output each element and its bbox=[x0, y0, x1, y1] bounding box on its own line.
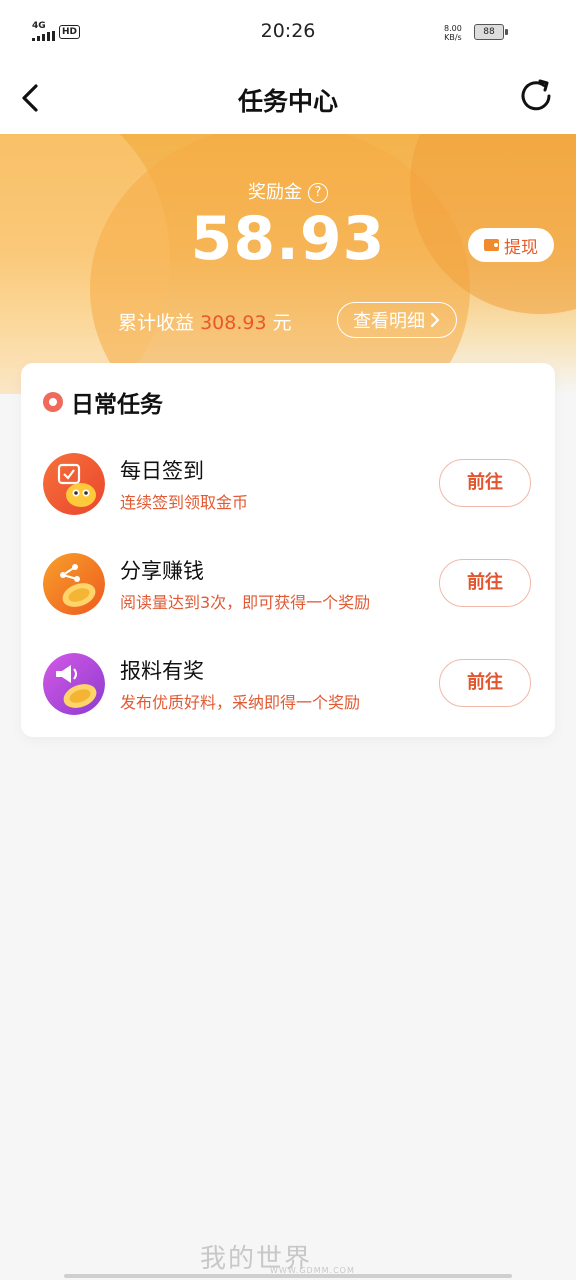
withdraw-button[interactable]: 提现 bbox=[468, 228, 554, 262]
page-title: 任务中心 bbox=[237, 87, 338, 116]
share-coin-icon bbox=[43, 553, 105, 615]
go-button[interactable]: 前往 bbox=[439, 459, 531, 507]
network-speed: 8.00 KB/s bbox=[444, 24, 462, 42]
withdraw-label: 提现 bbox=[504, 237, 538, 258]
daily-tasks-title: 日常任务 bbox=[43, 385, 163, 419]
bullet-icon bbox=[43, 392, 63, 412]
refresh-icon[interactable] bbox=[516, 76, 556, 116]
go-button[interactable]: 前往 bbox=[439, 559, 531, 607]
view-details-button[interactable]: 查看明细 bbox=[337, 302, 457, 338]
nav-bar: 任务中心 bbox=[0, 64, 576, 134]
calendar-coin-icon bbox=[43, 453, 105, 515]
go-button[interactable]: 前往 bbox=[439, 659, 531, 707]
task-desc: 阅读量达到3次，即可获得一个奖励 bbox=[120, 593, 371, 612]
speed-unit: KB/s bbox=[444, 33, 462, 42]
battery-icon: 88 bbox=[474, 24, 508, 40]
megaphone-coin-icon bbox=[43, 653, 105, 715]
wallet-icon bbox=[484, 239, 499, 251]
task-name: 报料有奖 bbox=[120, 659, 204, 683]
total-earnings: 累计收益 308.93 元 bbox=[118, 312, 292, 334]
task-name: 每日签到 bbox=[120, 459, 204, 483]
task-item-daily-checkin: 每日签到 连续签到领取金币 前往 bbox=[21, 447, 555, 517]
speed-value: 8.00 bbox=[444, 24, 462, 33]
task-desc: 连续签到领取金币 bbox=[120, 493, 249, 512]
task-item-share-earn: 分享赚钱 阅读量达到3次，即可获得一个奖励 前往 bbox=[21, 547, 555, 617]
task-item-report-reward: 报料有奖 发布优质好料，采纳即得一个奖励 前往 bbox=[21, 647, 555, 717]
help-icon[interactable]: ? bbox=[308, 183, 328, 203]
task-name: 分享赚钱 bbox=[120, 559, 204, 583]
status-bar: 4G HD 20:26 8.00 KB/s 88 bbox=[0, 0, 576, 64]
watermark: 我的世界 WWW.GDMM.COM bbox=[200, 1244, 355, 1275]
chevron-right-icon bbox=[430, 312, 440, 328]
task-desc: 发布优质好料，采纳即得一个奖励 bbox=[120, 693, 361, 712]
home-indicator[interactable] bbox=[64, 1274, 512, 1278]
earnings-amount: 308.93 bbox=[200, 312, 267, 334]
reward-header: 奖励金? 58.93 提现 累计收益 308.93 元 查看明细 bbox=[0, 134, 576, 394]
daily-tasks-card: 日常任务 每日签到 连续签到领取金币 前往 分享赚钱 阅读量达到3次，即可获得一… bbox=[21, 363, 555, 737]
reward-label: 奖励金? bbox=[0, 178, 576, 204]
